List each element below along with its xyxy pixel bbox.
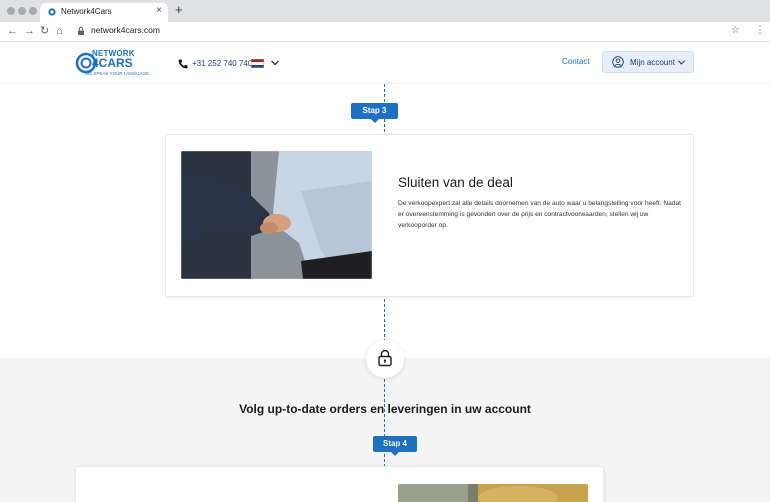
my-account-button[interactable]: Mijn account [602, 51, 694, 73]
window-minimize-dot[interactable] [18, 7, 26, 15]
url-text: network4cars.com [91, 25, 160, 35]
logo-word-4cars: 4CARS [92, 56, 133, 70]
dutch-flag-icon[interactable] [251, 59, 264, 68]
window-maximize-dot[interactable] [29, 7, 37, 15]
logo-tagline: WE SPEAK YOUR LANGUAGE [85, 71, 149, 76]
browser-menu-icon[interactable]: ⋮ [755, 25, 765, 37]
window-close-dot[interactable] [7, 7, 15, 15]
section-heading: Volg up-to-date orders en leveringen in … [239, 402, 531, 416]
home-icon[interactable]: ⌂ [56, 24, 63, 38]
browser-tab[interactable]: Network4Cars × [40, 3, 168, 22]
contact-link[interactable]: Contact [562, 57, 590, 66]
phone-number[interactable]: +31 252 740 740 [192, 59, 252, 68]
address-bar[interactable]: network4cars.com ☆ [68, 24, 748, 39]
chevron-down-icon [677, 60, 686, 65]
step-3-badge: Stap 3 [351, 103, 398, 123]
step-4-photo [398, 484, 588, 502]
step-4-badge: Stap 4 [373, 436, 417, 456]
bookmark-star-icon[interactable]: ☆ [731, 24, 740, 38]
my-account-label: Mijn account [630, 58, 675, 67]
browser-toolbar: ← → ↻ ⌂ network4cars.com ☆ ⋮ [0, 22, 770, 42]
lock-icon [78, 26, 84, 35]
handshake-photo [181, 151, 372, 279]
site-header: NETWORK 4CARS WE SPEAK YOUR LANGUAGE +31… [0, 42, 770, 84]
phone-icon [178, 59, 188, 69]
step-3-title: Sluiten van de deal [398, 175, 513, 190]
chevron-down-icon[interactable] [270, 58, 280, 68]
lock-milestone [366, 340, 404, 378]
back-icon[interactable]: ← [7, 24, 18, 38]
user-icon [612, 56, 624, 68]
network4cars-logo[interactable]: NETWORK 4CARS WE SPEAK YOUR LANGUAGE [75, 49, 170, 79]
new-tab-button[interactable]: + [175, 3, 183, 17]
reload-icon[interactable]: ↻ [40, 24, 49, 38]
browser-tab-bar: Network4Cars × + [0, 0, 770, 22]
tab-close-icon[interactable]: × [156, 5, 162, 16]
tab-title: Network4Cars [61, 7, 112, 16]
padlock-icon [378, 349, 392, 367]
step-3-description: De verkoopexpert zal alle details doorne… [398, 200, 681, 229]
favicon-icon [48, 8, 56, 16]
forward-icon[interactable]: → [24, 24, 35, 38]
